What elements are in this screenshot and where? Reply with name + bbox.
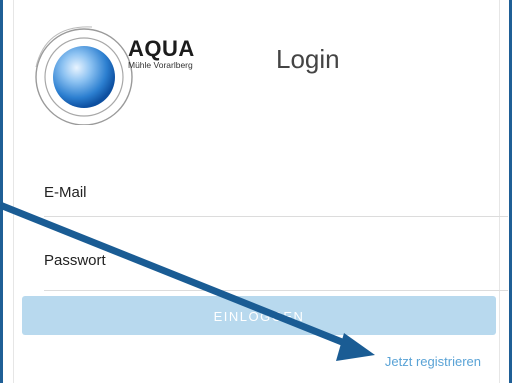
login-button[interactable]: EINLOGGEN	[22, 296, 496, 335]
password-input[interactable]	[44, 248, 508, 272]
aqua-logo: AQUA Mühle Vorarlberg	[34, 5, 254, 126]
login-card: AQUA Mühle Vorarlberg Login E-Mail Passw…	[13, 0, 508, 383]
register-link[interactable]: Jetzt registrieren	[385, 354, 481, 369]
logo-text: AQUA Mühle Vorarlberg	[128, 36, 195, 71]
email-field[interactable]: E-Mail	[44, 178, 508, 218]
password-field[interactable]: Passwort	[44, 246, 508, 292]
logo-title: AQUA	[128, 36, 195, 61]
page-title: Login	[276, 44, 340, 74]
email-input[interactable]	[44, 180, 508, 204]
email-underline	[44, 216, 508, 217]
password-underline	[44, 290, 508, 291]
logo-subtitle: Mühle Vorarlberg	[128, 60, 193, 70]
